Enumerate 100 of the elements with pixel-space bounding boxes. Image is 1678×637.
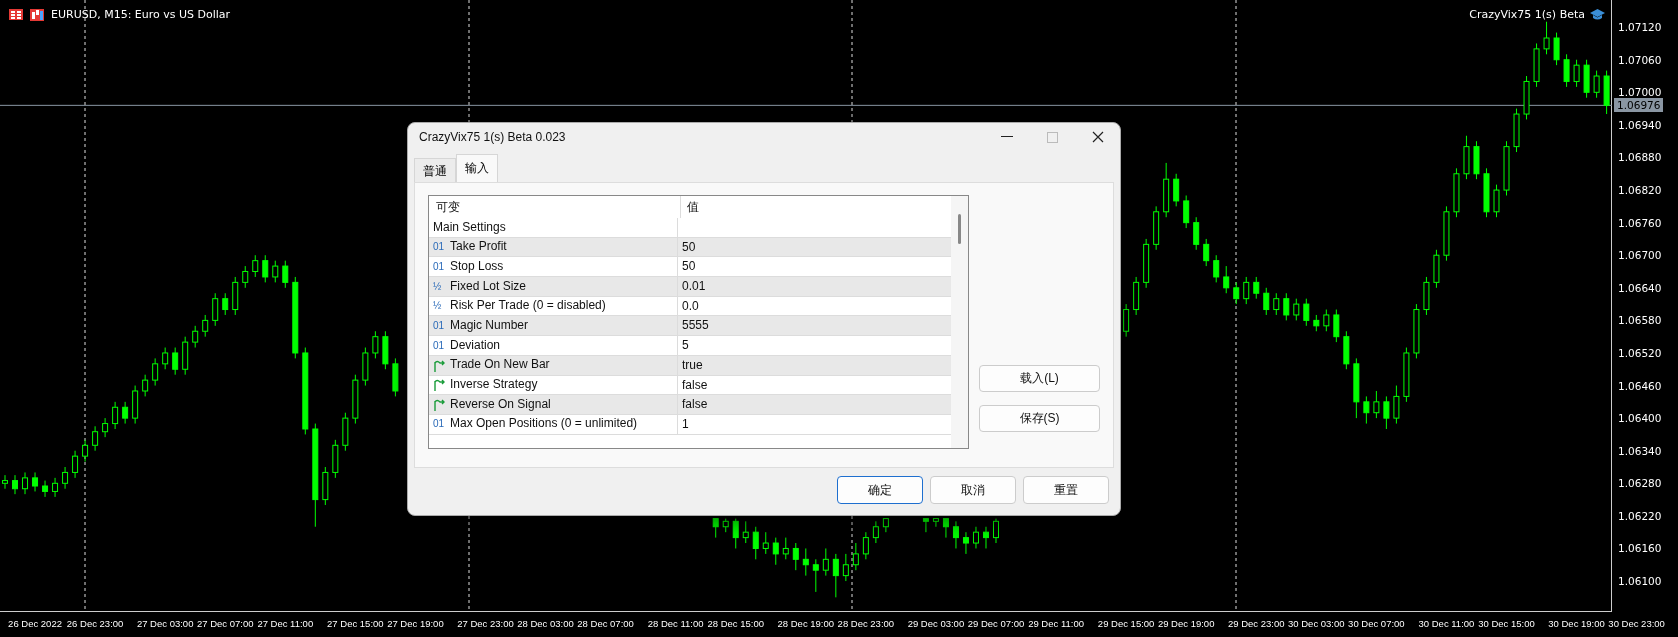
candle xyxy=(242,265,249,289)
parameter-value[interactable]: 50 xyxy=(678,257,951,277)
candle xyxy=(162,347,169,370)
candle xyxy=(872,520,879,544)
table-icon[interactable] xyxy=(9,9,23,20)
candle xyxy=(722,518,729,533)
candle xyxy=(1173,173,1180,207)
candle xyxy=(72,450,79,479)
candle xyxy=(1403,347,1410,403)
parameter-value[interactable]: 0.01 xyxy=(678,277,951,296)
candle xyxy=(172,347,179,376)
price-label: 1.06640 xyxy=(1618,280,1662,295)
price-label: 1.06700 xyxy=(1618,248,1662,263)
parameter-name: Max Open Positions (0 = unlimited) xyxy=(450,415,638,433)
parameter-value[interactable]: 5555 xyxy=(678,316,951,336)
side-button[interactable]: 保存(S) xyxy=(979,405,1100,432)
chart-type-icon[interactable] xyxy=(30,8,44,21)
time-label: 27 Dec 23:00 xyxy=(457,618,514,629)
side-button[interactable]: 载入(L) xyxy=(979,365,1100,392)
candle xyxy=(1573,59,1580,88)
candle xyxy=(1553,32,1560,66)
candle xyxy=(752,526,759,560)
candle xyxy=(993,518,999,544)
candle xyxy=(932,518,939,528)
price-label: 1.06280 xyxy=(1618,476,1662,491)
parameter-value[interactable]: 5 xyxy=(678,336,951,355)
candle xyxy=(922,518,929,533)
time-label: 28 Dec 23:00 xyxy=(837,618,895,629)
candle xyxy=(92,425,99,452)
type-icon: ½ xyxy=(433,296,446,316)
parameter-value[interactable]: 1 xyxy=(678,414,951,434)
candle xyxy=(122,401,129,425)
close-icon[interactable] xyxy=(1092,131,1104,143)
candle xyxy=(1543,21,1550,55)
candle xyxy=(812,558,819,593)
branch-arrow-icon xyxy=(433,398,446,412)
candle xyxy=(352,374,359,425)
price-label: 1.06460 xyxy=(1618,378,1662,393)
candle xyxy=(1323,309,1330,332)
parameter-value[interactable]: false xyxy=(678,395,951,414)
price-label: 1.06340 xyxy=(1618,443,1662,458)
candle xyxy=(983,526,989,549)
branch-arrow-icon xyxy=(433,358,446,372)
time-label: 29 Dec 07:00 xyxy=(967,618,1025,629)
column-header: 可变 xyxy=(429,196,681,218)
parameter-name: Risk Per Trade (0 = disabled) xyxy=(450,297,606,315)
candle xyxy=(322,466,329,506)
time-label: 28 Dec 15:00 xyxy=(707,618,764,629)
parameter-name: Trade On New Bar xyxy=(450,356,550,374)
price-label: 1.07060 xyxy=(1618,52,1662,67)
price-label: 1.07120 xyxy=(1618,20,1662,35)
candle xyxy=(1453,167,1460,218)
time-label: 30 Dec 07:00 xyxy=(1348,618,1405,629)
time-label: 29 Dec 03:00 xyxy=(907,618,965,629)
candle xyxy=(1293,298,1300,321)
candle xyxy=(1533,42,1540,88)
candle xyxy=(82,439,89,463)
time-label: 26 Dec 23:00 xyxy=(66,618,124,629)
candle xyxy=(1343,330,1350,370)
price-label: 1.06880 xyxy=(1618,150,1662,165)
parameter-value[interactable]: 50 xyxy=(678,237,951,257)
type-icon: ½ xyxy=(433,276,446,297)
candle xyxy=(282,260,289,289)
scrollbar[interactable] xyxy=(951,196,968,448)
minimize-icon[interactable] xyxy=(1001,136,1013,138)
candle xyxy=(382,330,389,370)
tab[interactable]: 普通 xyxy=(414,158,456,182)
candle xyxy=(1383,395,1390,430)
parameter-name: Magic Number xyxy=(450,316,529,334)
parameter-value[interactable]: 0.0 xyxy=(678,296,951,316)
candle xyxy=(142,374,149,397)
dialog-button[interactable]: 取消 xyxy=(930,476,1016,504)
time-label: 27 Dec 11:00 xyxy=(257,618,314,629)
candle xyxy=(152,357,159,387)
parameter-value[interactable]: false xyxy=(678,375,951,395)
time-label: 29 Dec 11:00 xyxy=(1028,618,1084,629)
parameter-value[interactable]: true xyxy=(678,355,951,375)
candle xyxy=(332,439,339,479)
candle xyxy=(1443,205,1450,262)
candle xyxy=(952,520,959,549)
dialog-button[interactable]: 确定 xyxy=(837,476,923,504)
candle xyxy=(832,553,839,598)
type-icon: 01 xyxy=(433,315,446,336)
candle xyxy=(1223,265,1230,294)
graduation-cap-icon[interactable] xyxy=(1590,8,1605,21)
candle xyxy=(1183,195,1190,229)
candle xyxy=(132,385,139,425)
parameter-name: Stop Loss xyxy=(450,257,504,275)
candle xyxy=(102,417,109,438)
candle xyxy=(1433,249,1440,289)
candle xyxy=(1363,395,1370,425)
candle xyxy=(1313,314,1320,332)
candle xyxy=(1203,238,1210,267)
tab[interactable]: 输入 xyxy=(456,154,498,182)
candle xyxy=(942,518,949,539)
candle xyxy=(1213,254,1220,283)
time-label: 30 Dec 03:00 xyxy=(1288,618,1345,629)
time-label: 27 Dec 03:00 xyxy=(136,618,194,629)
candle xyxy=(862,531,869,560)
dialog-button[interactable]: 重置 xyxy=(1023,476,1109,504)
